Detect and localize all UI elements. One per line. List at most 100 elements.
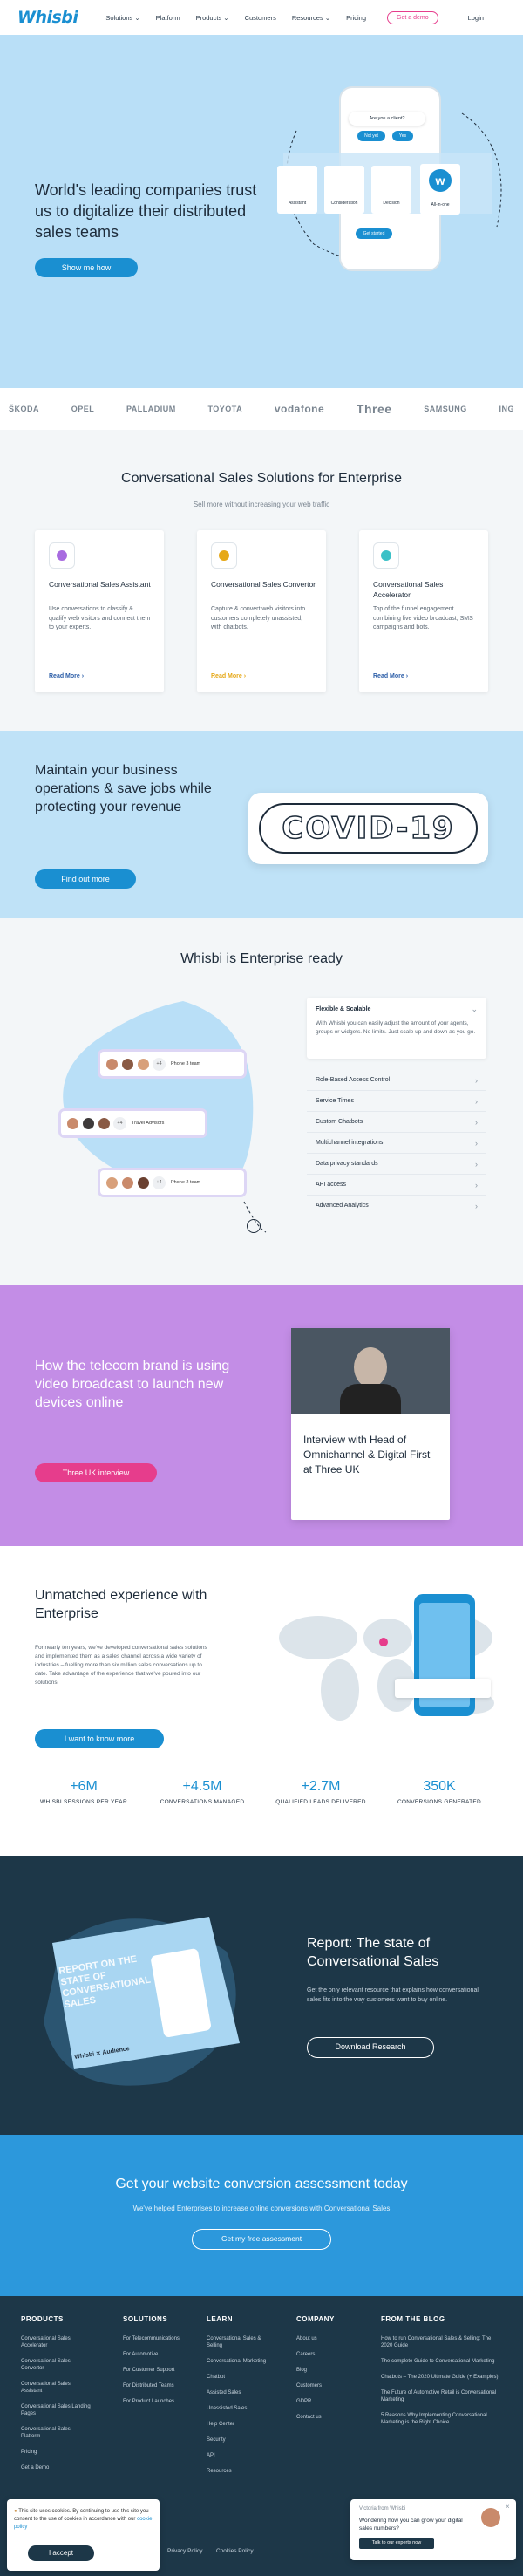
- footer-link[interactable]: Conversational Sales Convertor: [21, 2358, 91, 2372]
- know-more-button[interactable]: I want to know more: [35, 1729, 164, 1748]
- interview-video-thumbnail[interactable]: [291, 1328, 450, 1414]
- footer-link[interactable]: Blog: [296, 2367, 357, 2374]
- footer-link[interactable]: Help Center: [207, 2421, 272, 2428]
- cookies-policy-link[interactable]: Cookies Policy: [216, 2548, 254, 2554]
- footer-link[interactable]: Customers: [296, 2382, 357, 2389]
- nav-platform[interactable]: Platform: [156, 14, 180, 22]
- footer-link[interactable]: Chatbots – The 2020 Ultimate Guide (+ Ex…: [381, 2374, 503, 2381]
- read-more-link[interactable]: Read More ›: [211, 673, 246, 679]
- card-text: Use conversations to classify & qualify …: [49, 606, 151, 630]
- footer-link[interactable]: Conversational Sales & Selling: [207, 2335, 272, 2349]
- feature-item-privacy[interactable]: Data privacy standards ›: [307, 1154, 486, 1175]
- feature-open-panel[interactable]: Flexible & Scalable With Whisbi you can …: [307, 998, 486, 1059]
- assessment-subtitle: We've helped Enterprises to increase onl…: [132, 2205, 391, 2212]
- get-demo-button[interactable]: Get a demo: [387, 10, 438, 24]
- more-count-badge: +4: [113, 1116, 126, 1130]
- footer-link[interactable]: GDPR: [296, 2398, 357, 2405]
- world-map-illustration: [279, 1594, 494, 1721]
- footer-link[interactable]: How to run Conversational Sales & Sellin…: [381, 2335, 503, 2349]
- skoda-logo: ŠKODA: [9, 405, 40, 413]
- nav-products[interactable]: Products ⌄: [196, 14, 229, 22]
- feature-item-service-times[interactable]: Service Times ›: [307, 1091, 486, 1112]
- footer-link[interactable]: For Telecommunications: [123, 2335, 188, 2342]
- chat-widget[interactable]: Victoria from Whisbi Wondering how you c…: [350, 2499, 516, 2560]
- footer-link[interactable]: Conversational Sales Accelerator: [21, 2335, 91, 2349]
- samsung-logo: SAMSUNG: [424, 405, 467, 413]
- hero-title: World's leading companies trust us to di…: [35, 181, 257, 241]
- more-count-badge: +4: [153, 1057, 166, 1071]
- footer-link[interactable]: Security: [207, 2436, 272, 2443]
- footer-link[interactable]: For Distributed Teams: [123, 2382, 188, 2389]
- talk-to-experts-button[interactable]: Talk to our experts now: [359, 2538, 434, 2549]
- avatar: [82, 1116, 95, 1130]
- footer-link[interactable]: Contact us: [296, 2414, 357, 2421]
- nav-links: Solutions ⌄ Platform Products ⌄ Customer…: [105, 14, 382, 22]
- solution-card-accelerator[interactable]: Conversational Sales Accelerator Top of …: [359, 530, 488, 692]
- footer-link[interactable]: For Customer Support: [123, 2367, 188, 2374]
- footer-link[interactable]: About us: [296, 2335, 357, 2342]
- feature-item-api[interactable]: API access ›: [307, 1175, 486, 1196]
- feature-item-multichannel[interactable]: Multichannel integrations ›: [307, 1133, 486, 1154]
- covid-badge-card: COVID-19: [248, 793, 488, 864]
- accelerator-icon: [373, 542, 399, 569]
- footer-link[interactable]: The complete Guide to Conversational Mar…: [381, 2358, 503, 2365]
- footer-link[interactable]: For Automotive: [123, 2351, 188, 2358]
- footer-link[interactable]: Careers: [296, 2351, 357, 2358]
- footer-link[interactable]: Get a Demo: [21, 2464, 91, 2471]
- covid-section: Maintain your business operations & save…: [0, 731, 523, 918]
- footer-col-company: COMPANY About us Careers Blog Customers …: [296, 2315, 357, 2429]
- solutions-title: Conversational Sales Solutions for Enter…: [121, 471, 402, 486]
- chat-message: Wondering how you can grow your digital …: [359, 2518, 463, 2532]
- telecom-section: How the telecom brand is using video bro…: [0, 1285, 523, 1546]
- report-illustration: [44, 1917, 240, 2086]
- footer-link[interactable]: Conversational Marketing: [207, 2358, 272, 2365]
- find-out-more-button[interactable]: Find out more: [35, 869, 136, 889]
- avatar: [121, 1176, 134, 1189]
- three-uk-interview-button[interactable]: Three UK interview: [35, 1463, 157, 1482]
- download-research-button[interactable]: Download Research: [307, 2037, 434, 2058]
- whisbi-logo[interactable]: Whisbi: [17, 8, 78, 27]
- footer-link[interactable]: Assisted Sales: [207, 2389, 272, 2396]
- free-assessment-button[interactable]: Get my free assessment: [192, 2229, 331, 2250]
- footer-link[interactable]: Conversational Sales Platform: [21, 2426, 91, 2440]
- footer-link[interactable]: Conversational Sales Landing Pages: [21, 2403, 91, 2417]
- footer-link[interactable]: For Product Launches: [123, 2398, 188, 2405]
- card-title: Conversational Sales Accelerator: [373, 580, 444, 599]
- hero-option-not-yet: Not yet: [357, 131, 385, 141]
- chevron-right-icon: ›: [475, 1139, 478, 1148]
- solution-card-assistant[interactable]: Conversational Sales Assistant Use conve…: [35, 530, 164, 692]
- footer-link[interactable]: Chatbot: [207, 2374, 272, 2381]
- avatar: [137, 1057, 150, 1071]
- footer-link[interactable]: Pricing: [21, 2449, 91, 2456]
- accept-cookies-button[interactable]: I accept: [28, 2545, 94, 2561]
- nav-solutions[interactable]: Solutions ⌄: [105, 14, 139, 22]
- footer-link[interactable]: Unassisted Sales: [207, 2405, 272, 2412]
- close-icon[interactable]: ×: [506, 2503, 510, 2511]
- feature-item-analytics[interactable]: Advanced Analytics ›: [307, 1196, 486, 1216]
- solution-card-convertor[interactable]: Conversational Sales Convertor Capture &…: [197, 530, 326, 692]
- footer-link[interactable]: Resources: [207, 2468, 272, 2475]
- vodafone-logo: vodafone: [274, 403, 325, 415]
- speaker-face: [354, 1347, 387, 1387]
- footer-link[interactable]: Conversational Sales Assistant: [21, 2381, 91, 2395]
- interview-card[interactable]: Interview with Head of Omnichannel & Dig…: [291, 1328, 450, 1520]
- feature-item-chatbots[interactable]: Custom Chatbots ›: [307, 1112, 486, 1133]
- team-label: Phone 2 team: [171, 1180, 201, 1185]
- chevron-down-icon: ⌄: [471, 1005, 478, 1013]
- footer-link[interactable]: 5 Reasons Why Implementing Conversationa…: [381, 2412, 503, 2426]
- read-more-link[interactable]: Read More ›: [373, 673, 408, 679]
- cookie-text: ● This site uses cookies. By continuing …: [14, 2509, 153, 2530]
- hero-get-started: Get started: [356, 228, 392, 239]
- three-logo: Three: [356, 402, 392, 416]
- privacy-policy-link[interactable]: Privacy Policy: [167, 2548, 202, 2554]
- nav-pricing[interactable]: Pricing: [346, 14, 366, 22]
- feature-item-rbac[interactable]: Role-Based Access Control ›: [307, 1070, 486, 1091]
- footer-link[interactable]: API: [207, 2452, 272, 2459]
- chevron-right-icon: ›: [475, 1097, 478, 1106]
- nav-resources[interactable]: Resources ⌄: [292, 14, 330, 22]
- footer-link[interactable]: The Future of Automotive Retail is Conve…: [381, 2389, 503, 2403]
- login-link[interactable]: Login: [468, 14, 484, 22]
- read-more-link[interactable]: Read More ›: [49, 673, 84, 679]
- show-me-how-button[interactable]: Show me how: [35, 258, 138, 277]
- nav-customers[interactable]: Customers: [245, 14, 276, 22]
